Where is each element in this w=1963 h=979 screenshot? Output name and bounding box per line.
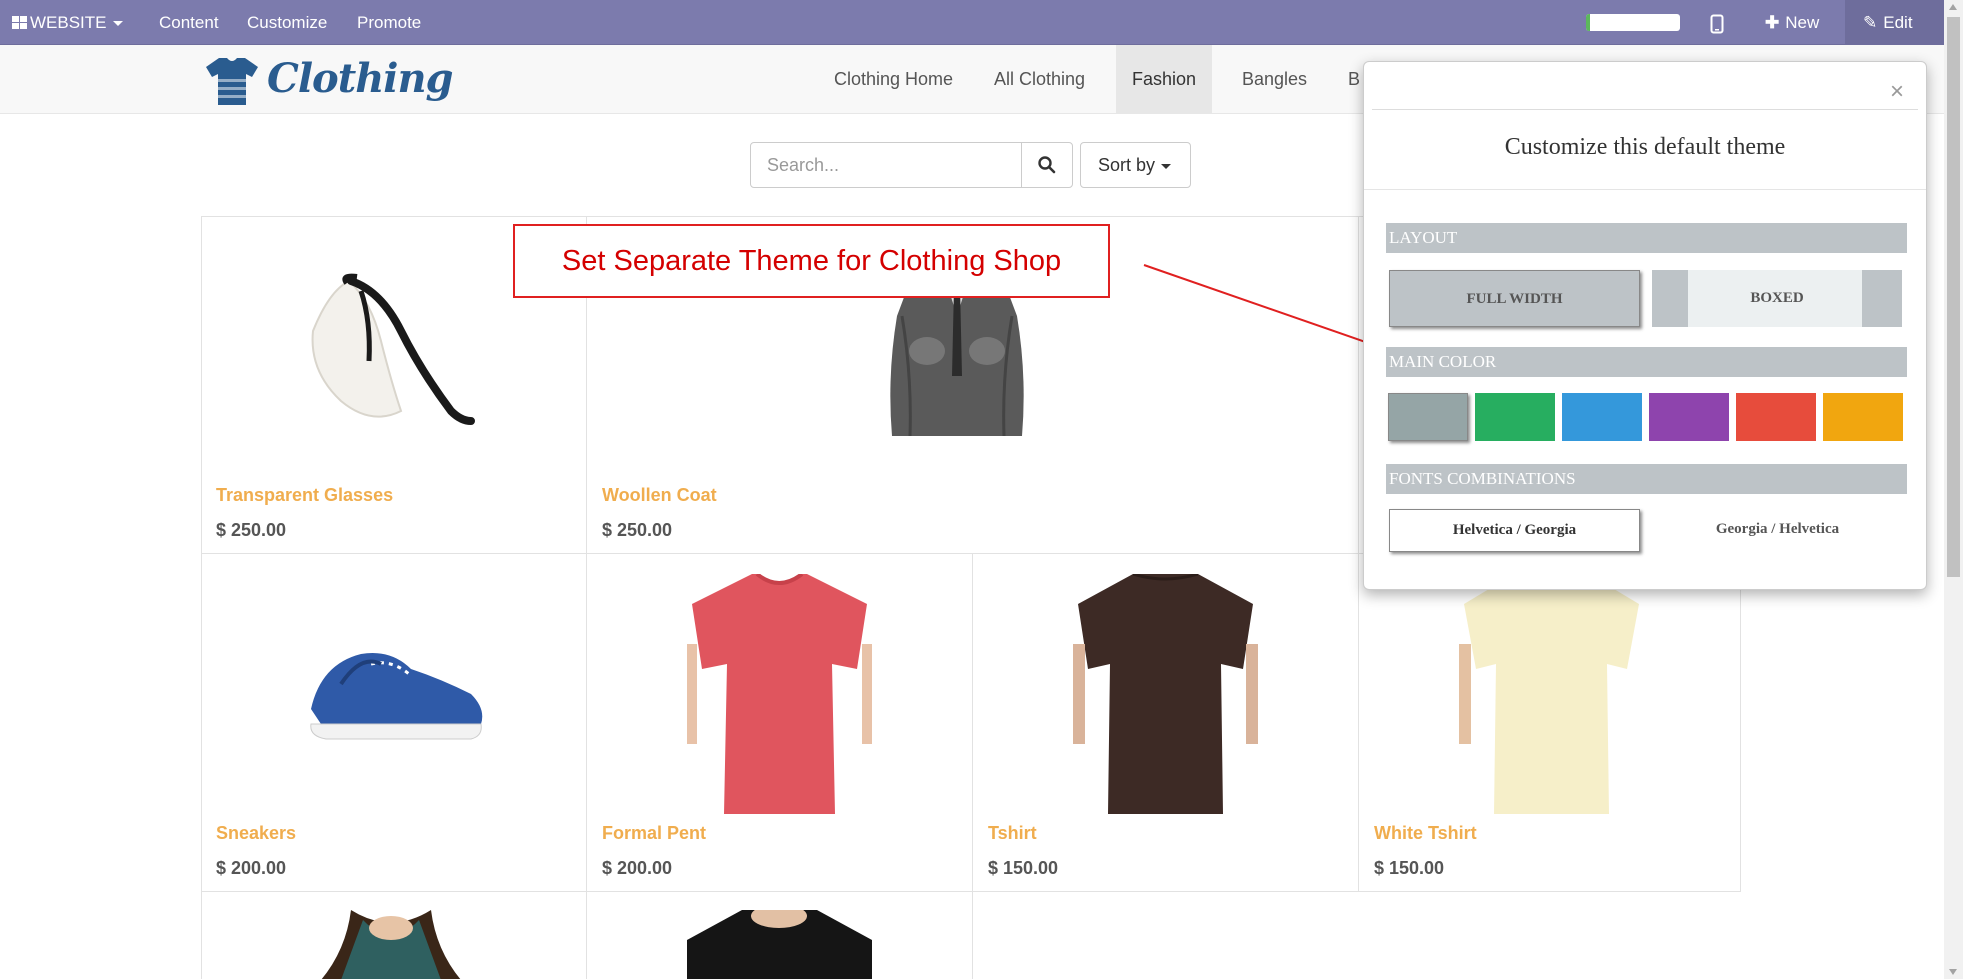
search-button[interactable] [1021, 142, 1073, 188]
admin-bar: WEBSITE Content Customize Promote ✚ New ✎… [0, 0, 1944, 45]
product-image-tshirt [1073, 574, 1258, 814]
sort-by-button[interactable]: Sort by [1080, 142, 1191, 188]
pencil-icon: ✎ [1863, 13, 1878, 32]
annotation-callout: Set Separate Theme for Clothing Shop [513, 224, 1110, 298]
plus-icon: ✚ [1765, 13, 1780, 32]
product-image-formal-pent [687, 574, 872, 814]
nav-all-clothing[interactable]: All Clothing [978, 45, 1101, 113]
product-card[interactable]: Sneakers $ 200.00 [201, 554, 587, 892]
product-card[interactable] [587, 892, 973, 979]
customize-theme-popup: × Customize this default theme LAYOUT FU… [1363, 61, 1927, 590]
nav-clothing-home[interactable]: Clothing Home [818, 45, 969, 113]
close-icon[interactable]: × [1890, 78, 1904, 106]
product-name[interactable]: White Tshirt [1374, 823, 1477, 844]
site-logo[interactable]: Clothing [205, 53, 454, 109]
chevron-down-icon [1161, 163, 1172, 169]
color-swatch-green[interactable] [1475, 393, 1555, 441]
layout-boxed-button[interactable]: BOXED [1652, 270, 1902, 327]
product-price: $ 200.00 [602, 858, 673, 878]
product-name[interactable]: Formal Pent [602, 823, 706, 844]
scroll-up-icon[interactable] [1949, 4, 1957, 10]
logo-text: Clothing [267, 55, 454, 102]
progress-bar [1586, 14, 1680, 31]
product-card[interactable]: Formal Pent $ 200.00 [587, 554, 973, 892]
product-image-teal-top [321, 910, 461, 979]
product-name[interactable]: Woollen Coat [602, 485, 717, 506]
product-name[interactable]: Transparent Glasses [216, 485, 393, 506]
scrollbar[interactable] [1944, 0, 1963, 979]
layout-full-width-button[interactable]: FULL WIDTH [1389, 270, 1640, 327]
new-button-label: New [1785, 13, 1820, 32]
product-image-white-tshirt [1459, 574, 1639, 814]
product-price: $ 200.00 [216, 858, 287, 878]
edit-button[interactable]: ✎ Edit [1863, 0, 1913, 45]
layout-section-label: LAYOUT [1386, 223, 1907, 253]
product-price: $ 150.00 [988, 858, 1059, 878]
color-swatch-orange[interactable] [1823, 393, 1903, 441]
product-name[interactable]: Tshirt [988, 823, 1037, 844]
search-icon [1038, 156, 1056, 174]
tshirt-logo-icon [206, 58, 258, 105]
product-price: $ 250.00 [216, 520, 287, 540]
product-card[interactable]: Tshirt $ 150.00 [973, 554, 1359, 892]
product-image-sneakers [310, 653, 483, 740]
mobile-icon [1710, 14, 1724, 34]
website-menu[interactable]: WEBSITE [12, 0, 123, 45]
color-swatch-purple[interactable] [1649, 393, 1729, 441]
product-price: $ 150.00 [1374, 858, 1445, 878]
font-option-georgia-helvetica[interactable]: Georgia / Helvetica [1652, 509, 1903, 552]
website-menu-label: WEBSITE [30, 13, 107, 32]
boxed-label: BOXED [1750, 290, 1804, 306]
product-card[interactable] [201, 892, 587, 979]
nav-fashion[interactable]: Fashion [1116, 45, 1213, 113]
nav-bangles[interactable]: Bangles [1226, 45, 1323, 113]
menu-promote[interactable]: Promote [357, 0, 421, 45]
product-price: $ 250.00 [602, 520, 673, 540]
menu-customize[interactable]: Customize [247, 0, 327, 45]
color-swatch-gray[interactable] [1388, 393, 1468, 441]
product-name[interactable]: Sneakers [216, 823, 296, 844]
mobile-preview-button[interactable] [1710, 0, 1724, 45]
color-swatch-red[interactable] [1736, 393, 1816, 441]
color-swatch-blue[interactable] [1562, 393, 1642, 441]
search-input[interactable]: Search... [750, 142, 1022, 188]
font-option-helvetica-georgia[interactable]: Helvetica / Georgia [1389, 509, 1640, 552]
progress-fill [1586, 14, 1590, 31]
main-color-section-label: MAIN COLOR [1386, 347, 1907, 377]
new-button[interactable]: ✚ New [1765, 0, 1819, 45]
fonts-section-label: FONTS COMBINATIONS [1386, 464, 1907, 494]
popup-title: Customize this default theme [1504, 134, 1786, 160]
full-width-label: FULL WIDTH [1466, 291, 1563, 307]
chevron-down-icon [112, 21, 123, 27]
product-card[interactable]: White Tshirt $ 150.00 [1359, 554, 1741, 892]
edit-button-label: Edit [1883, 13, 1913, 32]
apps-grid-icon [12, 16, 27, 29]
product-image-glasses [311, 273, 475, 425]
sort-by-label: Sort by [1098, 155, 1156, 175]
menu-content[interactable]: Content [159, 0, 219, 45]
scroll-down-icon[interactable] [1949, 969, 1957, 975]
scrollbar-thumb[interactable] [1947, 17, 1960, 577]
product-image-black-tshirt [687, 910, 872, 979]
